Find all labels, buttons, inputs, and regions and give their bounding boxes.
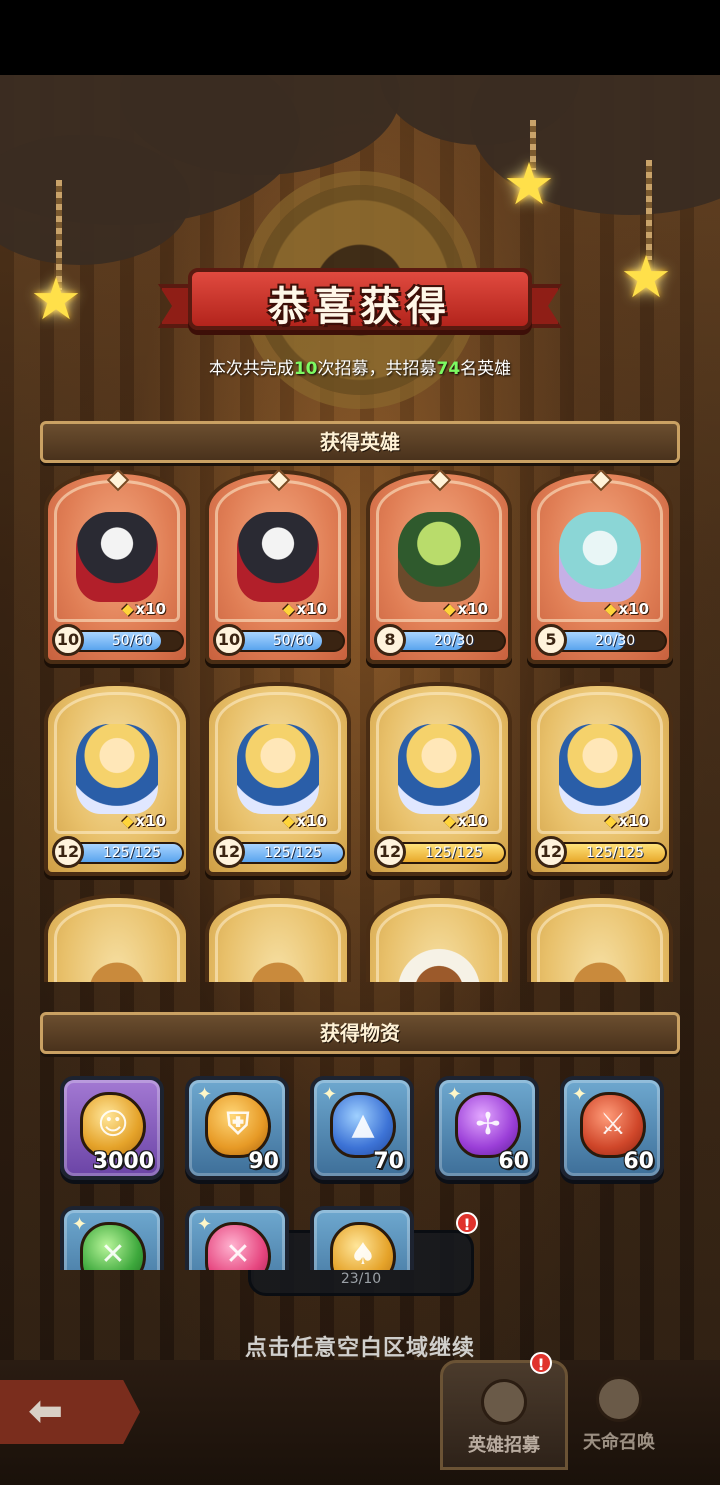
hero-level: 12 — [374, 836, 406, 868]
hero-grid[interactable]: ◆ x10 50/60 10 ◆ x10 50/60 10 ◆ x10 20/30 8… — [40, 470, 680, 982]
hero-card[interactable]: ◆ x10 20/30 5 — [527, 470, 673, 664]
shard-count: ◆ x10 — [122, 812, 167, 830]
hero-level: 10 — [52, 624, 84, 656]
hero-card[interactable]: ◆ x10 125/125 12 — [44, 682, 190, 876]
tab-hero-recruit[interactable]: 英雄招募 — [440, 1360, 568, 1470]
hero-level: 8 — [374, 624, 406, 656]
hero-portrait — [76, 724, 158, 814]
item-slot[interactable]: ☺ 3000 — [60, 1076, 164, 1180]
shard-count: ◆ x10 — [283, 812, 328, 830]
recruit-alert-badge: ! — [530, 1352, 552, 1374]
tab-label: 英雄招募 — [468, 1435, 540, 1456]
hero-card[interactable]: ◆ x10 125/125 12 — [366, 682, 512, 876]
summary-prefix: 本次共完成 — [208, 359, 294, 379]
star-icon-right: ★ — [620, 243, 672, 311]
summary-suffix: 名英雄 — [460, 359, 512, 379]
summary-count: 10 — [293, 359, 318, 379]
hero-card[interactable] — [205, 894, 351, 982]
hero-portrait — [76, 936, 158, 982]
hero-portrait — [237, 936, 319, 982]
hero-portrait — [398, 936, 480, 982]
item-section-header: 获得物资 — [40, 1012, 680, 1054]
crystal-ball-icon — [481, 1379, 527, 1425]
recruit-cost: 23/10 — [340, 1271, 382, 1287]
pink-rune-icon: ✕ — [205, 1222, 271, 1270]
hero-section-header: 获得英雄 — [40, 421, 680, 463]
shard-count: ◆ x10 — [122, 600, 167, 618]
hero-portrait — [398, 512, 480, 602]
shard-count: ◆ x10 — [605, 600, 650, 618]
hero-portrait — [237, 512, 319, 602]
item-grid[interactable]: ☺ 3000 ✦ ⛨ 90 ✦ ▲ 70 ✦ ✢ 60 ✦ ⚔ 60 ✦ ✕ ✦… — [0, 1068, 720, 1270]
continue-hint: 点击任意空白区域继续 — [244, 1336, 475, 1361]
hero-portrait — [237, 724, 319, 814]
hero-card[interactable]: ◆ x10 50/60 10 — [205, 470, 351, 664]
hero-card[interactable] — [44, 894, 190, 982]
hero-card[interactable] — [366, 894, 512, 982]
item-slot[interactable]: ✦ ⚔ 60 — [560, 1076, 664, 1180]
item-slot[interactable]: ✦ ✕ — [60, 1206, 164, 1270]
hero-card[interactable] — [527, 894, 673, 982]
summon-orb-icon — [596, 1376, 642, 1422]
item-slot[interactable]: ✦ ▲ 70 — [310, 1076, 414, 1180]
hero-level: 12 — [535, 836, 567, 868]
star-icon-center-right: ★ — [503, 150, 555, 218]
recruit-summary: 本次共完成10次招募，共招募74名英雄 — [0, 354, 720, 379]
item-qty: 3000 — [92, 1149, 154, 1174]
star-icon-left: ★ — [30, 265, 82, 333]
item-qty: 90 — [248, 1149, 279, 1174]
hero-level: 5 — [535, 624, 567, 656]
hero-portrait — [398, 724, 480, 814]
hero-card[interactable]: ◆ x10 125/125 12 — [205, 682, 351, 876]
item-qty: 70 — [373, 1149, 404, 1174]
item-slot[interactable]: ♠ — [310, 1206, 414, 1270]
shard-count: ◆ x10 — [444, 812, 489, 830]
hero-portrait — [76, 512, 158, 602]
green-rune-icon: ✕ — [80, 1222, 146, 1270]
congrats-banner: 恭喜获得 — [158, 262, 562, 336]
item-qty: 60 — [498, 1149, 529, 1174]
shard-count: ◆ x10 — [283, 600, 328, 618]
item-slot[interactable]: ✦ ✢ 60 — [435, 1076, 539, 1180]
shard-count: ◆ x10 — [444, 600, 489, 618]
hero-level: 10 — [213, 624, 245, 656]
item-slot[interactable]: ✦ ✕ — [185, 1206, 289, 1270]
hero-portrait — [559, 512, 641, 602]
back-arrow-icon: ⬅ — [28, 1386, 64, 1435]
hero-level: 12 — [52, 836, 84, 868]
hero-level: 12 — [213, 836, 245, 868]
hero-portrait — [559, 724, 641, 814]
back-button[interactable]: ⬅ — [0, 1380, 140, 1444]
item-qty: 60 — [623, 1149, 654, 1174]
summary-heroes: 74 — [436, 359, 461, 379]
hero-portrait — [559, 936, 641, 982]
hero-card[interactable]: ◆ x10 125/125 12 — [527, 682, 673, 876]
status-bar — [0, 0, 720, 75]
tab-label: 天命召唤 — [583, 1432, 655, 1453]
summary-middle: 次招募，共招募 — [317, 359, 437, 379]
tab-destiny-summon[interactable]: 天命召唤 — [555, 1360, 683, 1470]
shard-count: ◆ x10 — [605, 812, 650, 830]
hero-card[interactable]: ◆ x10 20/30 8 — [366, 470, 512, 664]
spade-coin-icon: ♠ — [330, 1222, 396, 1270]
hero-card[interactable]: ◆ x10 50/60 10 — [44, 470, 190, 664]
banner-title: 恭喜获得 — [268, 284, 452, 330]
item-slot[interactable]: ✦ ⛨ 90 — [185, 1076, 289, 1180]
